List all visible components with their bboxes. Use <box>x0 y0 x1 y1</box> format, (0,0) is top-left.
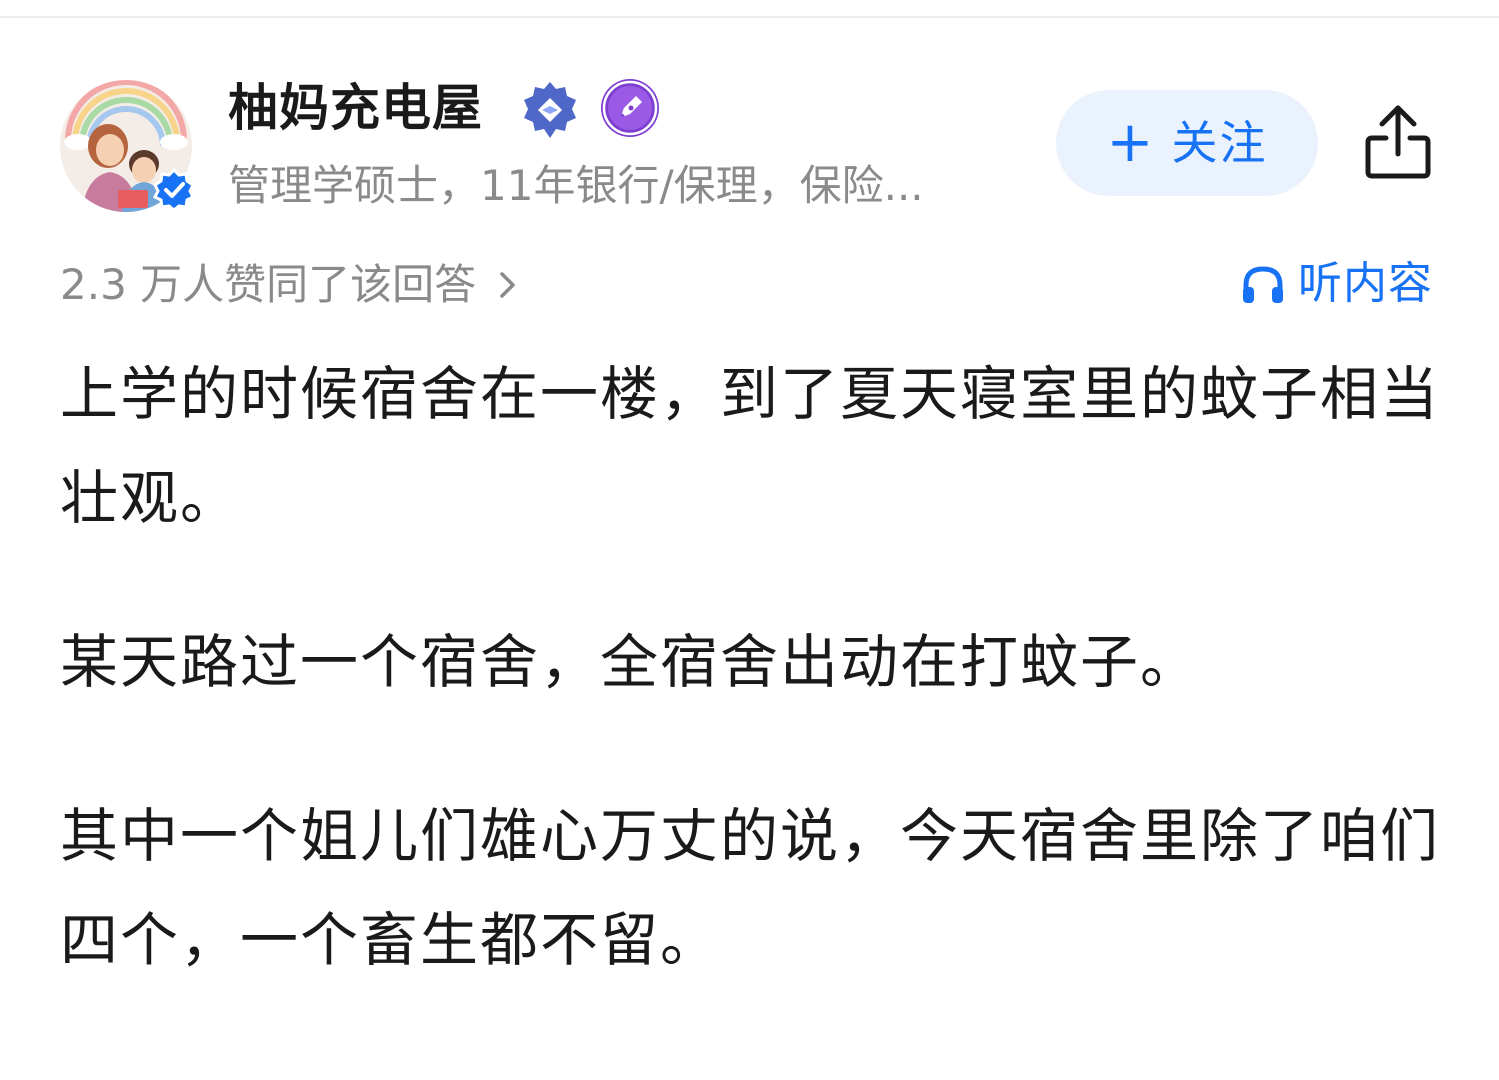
creator-level-icon <box>524 82 576 138</box>
listen-content-button[interactable]: 听内容 <box>1240 254 1433 314</box>
follow-label: 关注 <box>1171 116 1268 170</box>
author-avatar[interactable] <box>60 80 196 216</box>
author-bio: 管理学硕士，11年银行/保理，保险... <box>228 161 924 210</box>
top-divider <box>0 16 1499 18</box>
answer-paragraph: 上学的时候宿舍在一楼，到了夏天寝室里的蚊子相当壮观。 <box>60 360 1441 532</box>
plus-icon: + <box>1106 110 1154 175</box>
headphone-icon <box>1243 266 1283 303</box>
answer-paragraph: 其中一个姐儿们雄心万丈的说，今天宿舍里除了咱们四个，一个畜生都不留。 <box>60 802 1441 974</box>
answer-paragraph: 某天路过一个宿舍，全宿舍出动在打蚊子。 <box>60 628 1201 696</box>
chevron-right-icon <box>500 272 515 298</box>
upvote-count-link[interactable]: 2.3 万人赞同了该回答 <box>60 256 518 314</box>
upvote-count-text: 2.3 万人赞同了该回答 <box>60 260 477 309</box>
pen-badge-icon <box>601 79 659 137</box>
author-name[interactable]: 柚妈充电屋 <box>228 78 483 138</box>
share-icon[interactable] <box>1362 102 1434 182</box>
follow-button[interactable]: + 关注 <box>1056 90 1318 196</box>
verified-check-icon <box>152 168 196 212</box>
listen-content-label: 听内容 <box>1298 258 1433 309</box>
